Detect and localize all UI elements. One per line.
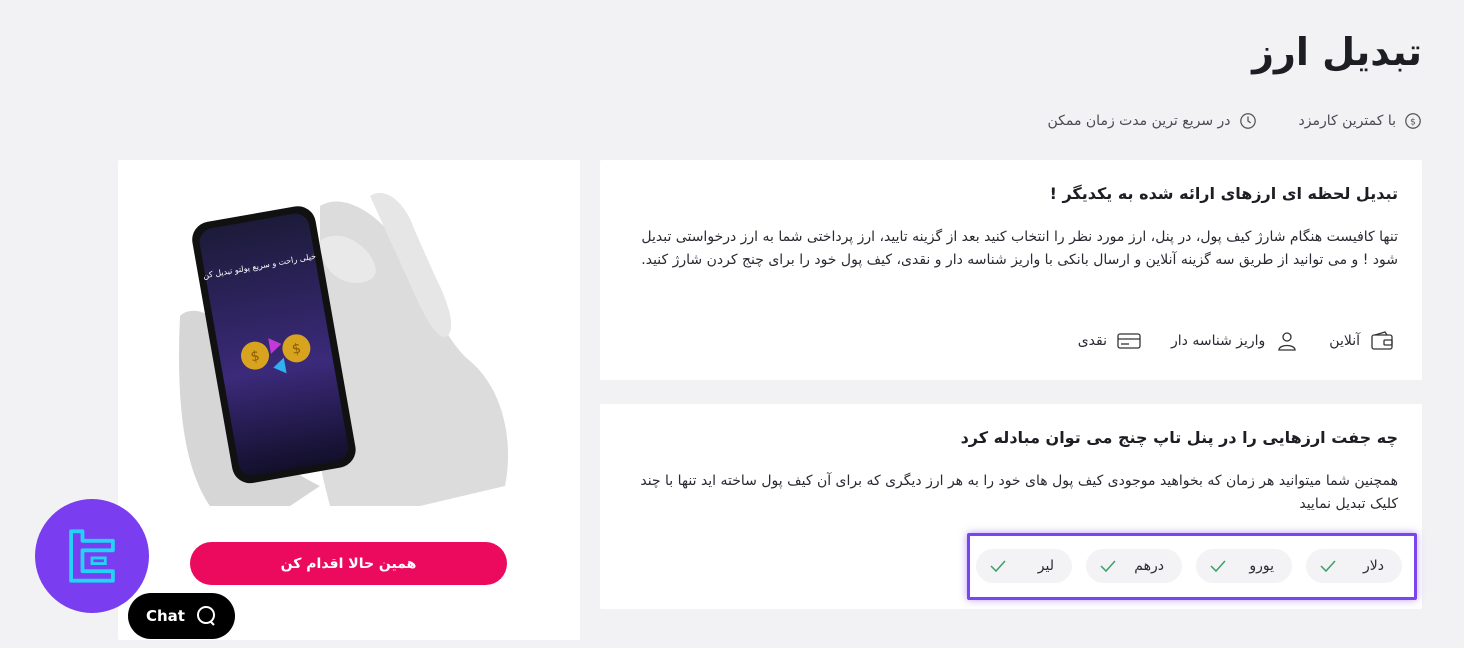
start-now-button[interactable]: همین حالا اقدام کن — [190, 542, 507, 585]
id-user-icon — [1278, 332, 1296, 351]
currency-label: یورو — [1249, 558, 1274, 574]
check-icon — [990, 560, 1006, 573]
feature-label: در سریع ترین مدت زمان ممکن — [1047, 113, 1231, 129]
check-icon — [1100, 560, 1116, 573]
currency-chip-euro[interactable]: یورو — [1196, 549, 1292, 583]
check-icon — [1320, 560, 1336, 573]
card-title: تبدیل لحظه ای ارزهای ارائه شده به یکدیگر… — [1049, 184, 1398, 203]
page-title: تبدیل ارز — [1252, 30, 1422, 74]
currency-label: دلار — [1363, 558, 1384, 574]
phone-in-hands-illustration: خیلی راحت و سریع پولتو تبدیل کن $ $ — [179, 192, 509, 506]
currency-chip-dirham[interactable]: درهم — [1086, 549, 1182, 583]
currency-label: درهم — [1134, 558, 1164, 574]
check-icon — [1210, 560, 1226, 573]
feature-fast: در سریع ترین مدت زمان ممکن — [1047, 112, 1256, 130]
method-label: آنلاین — [1329, 333, 1360, 349]
chat-label: Chat — [146, 607, 185, 625]
payment-methods: آنلاین واریز شناسه دار نقدی — [1078, 330, 1394, 352]
card-icon — [1117, 333, 1141, 349]
currency-label: لیر — [1037, 558, 1054, 574]
dollar-circle-icon: $ — [1405, 113, 1421, 129]
feature-low-fee: $ با کمترین کارمزد — [1299, 112, 1422, 130]
tc-logo-icon — [69, 529, 115, 583]
feature-label: با کمترین کارمزد — [1298, 113, 1396, 129]
method-online: آنلاین — [1329, 330, 1394, 352]
clock-icon — [1239, 113, 1256, 129]
card-title: چه جفت ارزهایی را در پنل تاپ چنج می توان… — [960, 428, 1398, 447]
currency-chip-lira[interactable]: لیر — [976, 549, 1072, 583]
svg-text:$: $ — [1410, 118, 1416, 128]
feature-list: $ با کمترین کارمزد در سریع ترین مدت زمان… — [1047, 112, 1422, 130]
currency-list: دلار یورو درهم لیر — [976, 549, 1402, 583]
instant-conversion-card: تبدیل لحظه ای ارزهای ارائه شده به یکدیگر… — [600, 160, 1422, 380]
card-body: همچنین شما میتوانید هر زمان که بخواهید م… — [640, 473, 1398, 512]
method-id-deposit: واریز شناسه دار — [1171, 330, 1299, 352]
currency-chip-dollar[interactable]: دلار — [1306, 549, 1402, 583]
brand-logo — [35, 499, 149, 613]
method-label: نقدی — [1077, 333, 1108, 349]
method-label: واریز شناسه دار — [1171, 333, 1266, 349]
wallet-icon — [1371, 331, 1393, 350]
card-body: تنها کافیست هنگام شارژ کیف پول، در پنل، … — [641, 229, 1398, 268]
chat-button[interactable]: Chat — [128, 593, 235, 639]
method-cash: نقدی — [1078, 330, 1141, 352]
chat-bubble-icon — [196, 606, 215, 626]
